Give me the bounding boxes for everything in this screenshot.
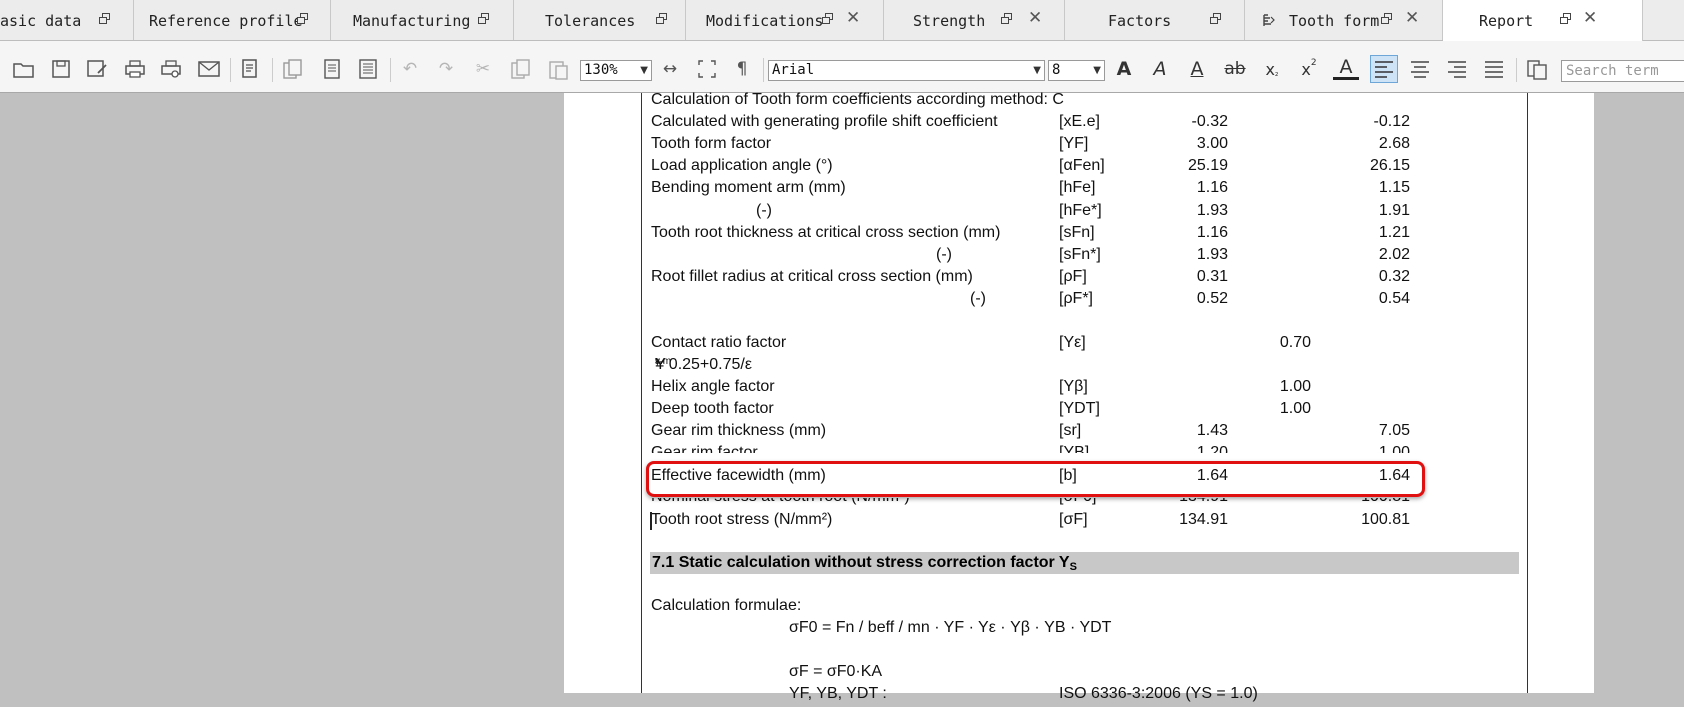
highlight-annotation	[646, 461, 1425, 497]
font-value: Arial	[772, 62, 815, 78]
close-icon[interactable]: ✕	[846, 10, 860, 27]
toolbar-separator	[230, 58, 231, 82]
cut-icon[interactable]: ✂	[470, 57, 496, 81]
tab-label: Tooth form	[1289, 12, 1380, 30]
tooth-form-icon	[1263, 14, 1275, 26]
float-window-icon[interactable]	[1381, 13, 1392, 24]
close-icon[interactable]: ✕	[1583, 10, 1597, 27]
tab-label: Manufacturing	[353, 12, 471, 30]
copy-page-icon[interactable]	[280, 57, 306, 81]
tab-modifications[interactable]: Modifications ✕	[686, 0, 884, 40]
document-icon[interactable]	[319, 57, 345, 81]
close-icon[interactable]: ✕	[1405, 10, 1419, 27]
zoom-select[interactable]: 130% ▼	[580, 60, 652, 81]
document-workarea[interactable]: Calculation of Tooth form coefficients a…	[0, 91, 1684, 702]
save-as-icon[interactable]	[84, 57, 110, 81]
strikethrough-icon[interactable]: ab	[1222, 57, 1248, 81]
float-window-icon[interactable]	[99, 13, 110, 24]
font-select[interactable]: Arial ▼	[768, 60, 1045, 81]
tab-reference-profile[interactable]: Reference profile	[134, 0, 331, 40]
page-setup-icon[interactable]	[238, 57, 264, 81]
superscript-icon[interactable]: x2	[1296, 57, 1322, 81]
email-icon[interactable]	[196, 57, 222, 81]
font-color-icon[interactable]: A	[1333, 56, 1359, 80]
toolbar-separator	[763, 58, 764, 82]
font-size-value: 8	[1052, 62, 1061, 78]
tab-basic-data[interactable]: asic data	[0, 0, 134, 40]
tab-tolerances[interactable]: Tolerances	[514, 0, 686, 40]
open-folder-icon[interactable]	[11, 57, 37, 81]
undo-icon[interactable]: ↶	[397, 57, 423, 81]
tab-factors[interactable]: Factors	[1065, 0, 1245, 40]
font-size-select[interactable]: 8 ▼	[1048, 60, 1105, 81]
float-window-icon[interactable]	[1210, 13, 1221, 24]
save-icon[interactable]	[48, 57, 74, 81]
clipped-row: Nominal stress at tooth root (N/mm²)[σF0…	[0, 498, 1684, 509]
align-center-icon[interactable]	[1407, 57, 1433, 81]
italic-icon[interactable]: A	[1147, 57, 1173, 81]
subscript-icon[interactable]: x₂	[1259, 57, 1285, 81]
paragraph-marks-icon[interactable]: ¶	[729, 57, 755, 81]
float-window-icon[interactable]	[1560, 13, 1571, 24]
tab-manufacturing[interactable]: Manufacturing	[331, 0, 514, 40]
clipped-row: Gear rim factor [YB] 1.20 1.00	[651, 444, 1410, 453]
close-icon[interactable]: ✕	[1028, 10, 1042, 27]
copy-icon[interactable]	[508, 57, 534, 81]
print-preview-icon[interactable]	[158, 57, 184, 81]
chevron-down-icon: ▼	[1093, 65, 1101, 76]
chevron-down-icon: ▼	[1033, 65, 1041, 76]
align-left-icon[interactable]	[1370, 55, 1398, 83]
print-icon[interactable]	[122, 57, 148, 81]
formulae-label: Calculation formulae:	[651, 597, 802, 614]
tab-label: asic data	[0, 12, 82, 30]
toolbar-separator	[272, 58, 273, 82]
tab-label: Factors	[1108, 12, 1172, 30]
export-icon[interactable]	[1524, 57, 1550, 81]
tab-label: Modifications	[706, 12, 824, 30]
toolbar-separator	[1516, 58, 1517, 82]
search-input[interactable]: Search term	[1561, 60, 1684, 82]
table-of-contents-icon[interactable]	[356, 57, 382, 81]
align-right-icon[interactable]	[1444, 57, 1470, 81]
float-window-icon[interactable]	[822, 13, 833, 24]
paste-icon[interactable]	[545, 57, 571, 81]
tab-label: Report	[1479, 12, 1534, 30]
redo-icon[interactable]: ↷	[433, 57, 459, 81]
bold-icon[interactable]: A	[1111, 57, 1137, 81]
fit-width-icon[interactable]: ↔	[657, 57, 683, 81]
float-window-icon[interactable]	[656, 13, 667, 24]
report-toolbar: ↶ ↷ ✂ 130% ▼ ↔ ¶ Arial ▼ 8 ▼ A A A ab x₂ x2…	[0, 41, 1684, 93]
tab-label: Strength	[913, 12, 986, 30]
tab-strength[interactable]: Strength ✕	[884, 0, 1065, 40]
float-window-icon[interactable]	[478, 13, 489, 24]
tab-report[interactable]: Report ✕	[1443, 0, 1643, 41]
chevron-down-icon: ▼	[640, 65, 648, 76]
tab-tooth-form[interactable]: Tooth form ✕	[1245, 0, 1443, 40]
tab-bar: asic data Reference profile Manufacturin…	[0, 0, 1684, 41]
underline-icon[interactable]: A	[1184, 57, 1210, 81]
section-heading: 7.1 Static calculation without stress co…	[650, 552, 1519, 574]
text-cursor	[650, 512, 652, 530]
zoom-value: 130%	[584, 62, 618, 78]
toolbar-separator	[390, 58, 391, 82]
formula-line: σF0 = Fn / beff / mn · YF · Yε · Yβ · YB…	[789, 619, 1112, 636]
float-window-icon[interactable]	[1001, 13, 1012, 24]
justify-icon[interactable]	[1481, 57, 1507, 81]
float-window-icon[interactable]	[297, 13, 308, 24]
tab-label: Tolerances	[545, 12, 636, 30]
tab-label: Reference profile	[149, 12, 303, 30]
fit-page-icon[interactable]	[694, 57, 720, 81]
